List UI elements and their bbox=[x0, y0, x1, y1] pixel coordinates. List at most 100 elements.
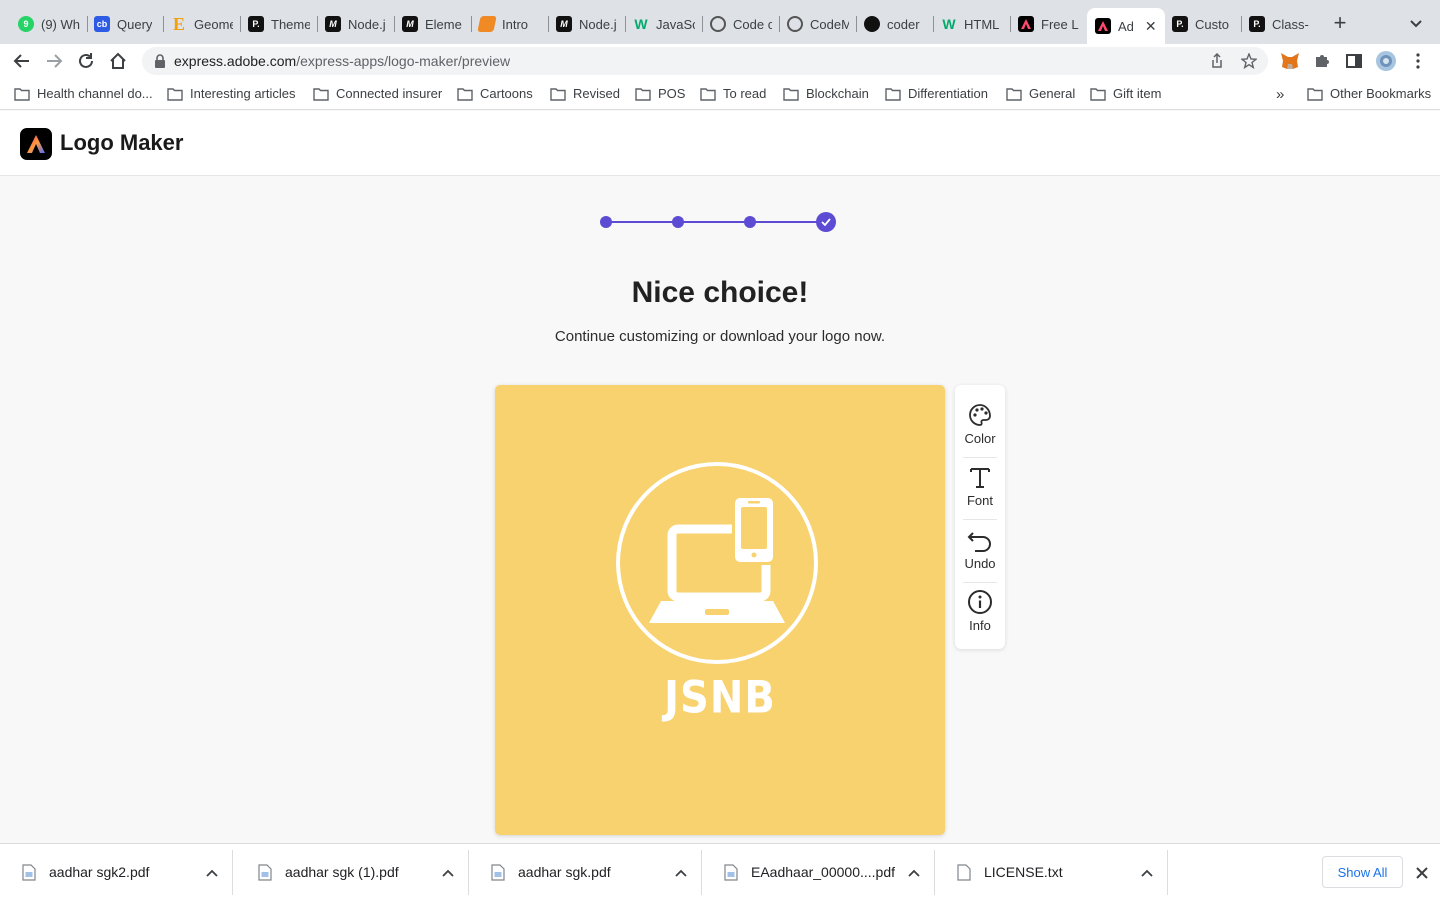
laptop-phone-icon bbox=[616, 462, 818, 664]
page-heading: Nice choice! bbox=[631, 276, 809, 309]
address-bar[interactable]: express.adobe.com/express-apps/logo-make… bbox=[142, 47, 1268, 75]
close-shelf-icon[interactable] bbox=[1413, 864, 1431, 882]
app-title: Logo Maker bbox=[60, 130, 184, 155]
reload-button[interactable] bbox=[74, 49, 98, 73]
codepen-icon bbox=[787, 16, 803, 32]
pdf-file-icon bbox=[22, 864, 36, 886]
logo-preview-canvas[interactable]: JSNB bbox=[495, 385, 945, 835]
chevron-up-icon[interactable] bbox=[675, 866, 687, 884]
folder-icon bbox=[167, 87, 183, 101]
download-item[interactable]: aadhar sgk2.pdf bbox=[0, 844, 233, 900]
tab[interactable]: W HTML bbox=[933, 10, 1011, 38]
step-4-complete bbox=[816, 212, 836, 232]
metamask-icon[interactable] bbox=[1278, 49, 1302, 73]
lock-icon[interactable] bbox=[154, 54, 166, 73]
font-button[interactable]: Font bbox=[960, 457, 1000, 517]
chevron-up-icon[interactable] bbox=[1141, 866, 1153, 884]
tab[interactable]: CodeM bbox=[779, 10, 857, 38]
step-3 bbox=[744, 216, 756, 228]
tab[interactable]: coder bbox=[856, 10, 934, 38]
logo-brand-text: JSNB bbox=[664, 672, 776, 724]
folder-icon bbox=[550, 87, 566, 101]
tab[interactable]: 9 (9) Wh bbox=[10, 10, 88, 38]
bookmark-folder[interactable]: General bbox=[1006, 86, 1075, 101]
bookmarks-overflow-button[interactable]: » bbox=[1276, 86, 1284, 103]
info-icon bbox=[967, 588, 993, 616]
tab[interactable]: E Geome bbox=[163, 10, 241, 38]
bookmark-folder[interactable]: Blockchain bbox=[783, 86, 869, 101]
bookmark-star-icon[interactable] bbox=[1240, 52, 1258, 70]
app-header: Logo Maker bbox=[0, 111, 1440, 176]
tab[interactable]: M Node.j bbox=[317, 10, 395, 38]
extensions-puzzle-icon[interactable] bbox=[1310, 49, 1334, 73]
m-icon: M bbox=[402, 16, 418, 32]
undo-button[interactable]: Undo bbox=[960, 520, 1000, 580]
tab[interactable]: Code c bbox=[702, 10, 780, 38]
adobe-icon bbox=[1018, 16, 1034, 32]
bookmark-folder[interactable]: Interesting articles bbox=[167, 86, 296, 101]
folder-icon bbox=[885, 87, 901, 101]
m-icon: M bbox=[325, 16, 341, 32]
chevron-up-icon[interactable] bbox=[908, 866, 920, 884]
folder-icon bbox=[1006, 87, 1022, 101]
forward-arrow-icon bbox=[47, 54, 63, 68]
bookmark-folder[interactable]: Health channel do... bbox=[14, 86, 153, 101]
url-text: express.adobe.com/express-apps/logo-make… bbox=[174, 53, 511, 69]
show-all-downloads-button[interactable]: Show All bbox=[1322, 856, 1403, 888]
bookmark-folder[interactable]: Cartoons bbox=[457, 86, 533, 101]
p-icon: P. bbox=[1249, 16, 1265, 32]
w-icon: W bbox=[942, 16, 956, 32]
chevron-up-icon[interactable] bbox=[206, 866, 218, 884]
tab[interactable]: Free L bbox=[1010, 10, 1088, 38]
bookmark-folder[interactable]: To read bbox=[700, 86, 766, 101]
tab[interactable]: cb Query bbox=[86, 10, 164, 38]
codepen-icon bbox=[710, 16, 726, 32]
bookmark-folder[interactable]: Revised bbox=[550, 86, 620, 101]
close-tab-icon[interactable]: ✕ bbox=[1145, 18, 1157, 35]
tab[interactable]: P. Class- bbox=[1241, 10, 1319, 38]
color-button[interactable]: Color bbox=[960, 395, 1000, 455]
chevron-up-icon[interactable] bbox=[442, 866, 454, 884]
folder-icon bbox=[635, 87, 651, 101]
bookmark-folder[interactable]: Gift item bbox=[1090, 86, 1161, 101]
e-icon: E bbox=[172, 13, 185, 34]
adobe-icon bbox=[1095, 18, 1111, 34]
tab[interactable]: M Eleme bbox=[394, 10, 472, 38]
m-icon: M bbox=[556, 16, 572, 32]
other-bookmarks-folder[interactable]: Other Bookmarks bbox=[1307, 86, 1431, 101]
forward-button[interactable] bbox=[42, 49, 66, 73]
download-item[interactable]: aadhar sgk (1).pdf bbox=[236, 844, 469, 900]
tab[interactable]: P. Theme bbox=[240, 10, 318, 38]
side-panel-icon[interactable] bbox=[1342, 49, 1366, 73]
download-item[interactable]: EAadhaar_00000....pdf bbox=[702, 844, 935, 900]
new-tab-button[interactable]: + bbox=[1326, 12, 1354, 36]
back-arrow-icon bbox=[13, 54, 29, 68]
profile-avatar[interactable] bbox=[1374, 49, 1398, 73]
tab[interactable]: P. Custo bbox=[1164, 10, 1242, 38]
pdf-file-icon bbox=[724, 864, 738, 886]
tab[interactable]: Intro bbox=[471, 10, 549, 38]
share-icon[interactable] bbox=[1208, 52, 1226, 70]
folder-icon bbox=[1307, 87, 1323, 101]
tab-active[interactable]: Ad ✕ bbox=[1087, 8, 1165, 44]
home-button[interactable] bbox=[106, 49, 130, 73]
w-icon: W bbox=[634, 16, 648, 32]
download-item[interactable]: aadhar sgk.pdf bbox=[469, 844, 702, 900]
bookmark-folder[interactable]: Differentiation bbox=[885, 86, 988, 101]
bookmark-folder[interactable]: POS bbox=[635, 86, 685, 101]
adobe-express-logo[interactable] bbox=[20, 128, 52, 160]
pdf-file-icon bbox=[258, 864, 272, 886]
tab-strip: 9 (9) Wh cb Query E Geome P. Theme M Nod… bbox=[0, 0, 1440, 44]
download-shelf: aadhar sgk2.pdf aadhar sgk (1).pdf aadha… bbox=[0, 843, 1440, 900]
github-icon bbox=[864, 16, 880, 32]
download-item[interactable]: LICENSE.txt bbox=[935, 844, 1168, 900]
tab[interactable]: W JavaSc bbox=[625, 10, 703, 38]
browser-menu-icon[interactable] bbox=[1406, 49, 1430, 73]
back-button[interactable] bbox=[10, 49, 34, 73]
checkmark-icon bbox=[821, 218, 831, 226]
tab[interactable]: M Node.j bbox=[548, 10, 626, 38]
p-icon: P. bbox=[1172, 16, 1188, 32]
info-button[interactable]: Info bbox=[960, 582, 1000, 642]
bookmark-folder[interactable]: Connected insurer bbox=[313, 86, 442, 101]
tab-search-chevron-icon[interactable] bbox=[1404, 14, 1428, 34]
